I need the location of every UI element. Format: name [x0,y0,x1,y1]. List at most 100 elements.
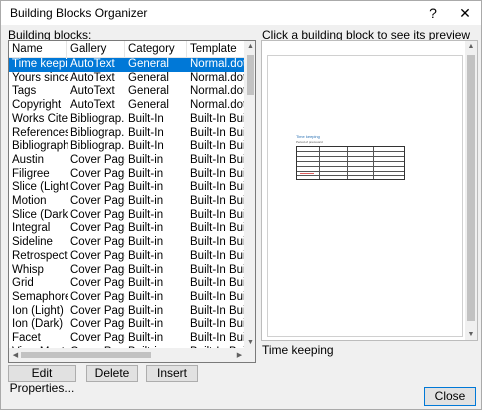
table-row[interactable]: Motion Cover PagesBuilt-in Built-In Buil..… [9,195,246,209]
table-row[interactable]: SemaphoreCover PagesBuilt-in Built-In Bui… [9,291,246,305]
row-category: Built-in [128,277,164,290]
preview-table-hline [297,151,404,152]
row-gallery: Cover Pages [70,249,125,262]
vertical-scrollbar[interactable]: ▲ ▼ [244,41,255,348]
delete-button[interactable]: Delete [86,365,138,382]
preview-table-hline [297,161,404,162]
row-category: General [128,71,169,84]
vertical-scroll-thumb[interactable] [247,55,254,95]
preview-caption: Time keeping [262,343,334,357]
scroll-left-arrow-icon[interactable]: ◀ [10,351,21,359]
row-template: Built-In Buil... [190,263,246,276]
preview-scroll-up-icon[interactable]: ▲ [465,43,477,50]
row-category: Built-in [128,181,164,194]
table-row[interactable]: Facet Cover PagesBuilt-in Built-In Buil... [9,332,246,346]
row-template: Built-In Buil... [190,332,246,344]
row-name: Ion (Dark) [12,318,64,331]
row-gallery: Cover Pages [70,222,125,235]
row-template: Built-In Buil... [190,195,246,207]
help-button[interactable]: ? [418,1,448,25]
row-template: Built-In Buil... [190,208,246,221]
row-template: Normal.dotm [190,58,246,70]
row-category: General [128,58,169,70]
scroll-corner [244,348,255,362]
preview-scrollbar[interactable]: ▲ ▼ [465,41,477,340]
table-row[interactable]: Tags AutoText General Normal.dotm [9,85,246,99]
row-gallery: AutoText [70,71,115,84]
insert-button[interactable]: Insert [146,365,198,382]
row-gallery: Bibliograp... [70,140,125,153]
table-row[interactable]: Slice (Dark)Cover PagesBuilt-in Built-In … [9,209,246,223]
table-row[interactable]: Ion (Light) Cover PagesBuilt-in Built-In B… [9,305,246,319]
table-row[interactable]: Austin Cover PagesBuilt-in Built-In Buil..… [9,154,246,168]
table-row[interactable]: Works CitedBibliograp...Built-In Built-In… [9,113,246,127]
row-name: Bibliography [12,140,68,153]
table-row[interactable]: Filigree Cover PagesBuilt-in Built-In Buil… [9,168,246,182]
list-rows: Time keepingAutoTextGeneralNormal.dotmYo… [9,58,246,348]
horizontal-scrollbar[interactable]: ◀ ▶ [9,348,246,362]
preview-scroll-thumb[interactable] [467,55,475,321]
row-template: Built-In Buil... [190,126,246,139]
column-header-name[interactable]: Name [9,41,67,58]
edit-properties-button[interactable]: Edit Properties... [8,365,76,395]
row-category: Built-in [128,304,164,317]
row-template: Built-In Buil... [190,236,246,249]
delete-label: Delete [94,366,130,380]
row-category: Built-In [128,140,164,153]
column-header-template[interactable]: Template [187,41,251,58]
table-row[interactable]: References Bibliograp... Built-In Built-In … [9,127,246,141]
table-row[interactable]: Sideline Cover PagesBuilt-in Built-In Buil… [9,236,246,250]
row-name: Tags [12,85,37,98]
row-name: Motion [12,195,47,207]
row-category: Built-in [128,153,164,166]
row-category: Built-in [128,263,164,276]
row-category: Built-in [128,332,164,344]
row-gallery: Cover Pages [70,290,125,303]
close-icon[interactable]: ✕ [450,1,480,25]
table-row[interactable]: BibliographyBibliograp...Built-In Built-I… [9,140,246,154]
row-name: Semaphore [12,290,68,303]
row-gallery: Cover Pages [70,236,125,249]
column-header-gallery[interactable]: Gallery [67,41,125,58]
row-category: Built-In [128,112,164,125]
dialog-title: Building Blocks Organizer [10,6,148,20]
table-row[interactable]: Whisp Cover PagesBuilt-in Built-In Buil... [9,264,246,278]
row-name: Integral [12,222,51,235]
close-label: Close [434,389,466,403]
row-name: References [12,126,68,139]
table-row[interactable]: Copyright AutoText General Normal.dotm [9,99,246,113]
preview-table-hline [297,175,404,176]
table-row[interactable]: Time keepingAutoText General Normal.dotm [9,58,246,72]
row-name: Austin [12,153,44,166]
table-row[interactable]: RetrospectCover PagesBuilt-in Built-In Bu… [9,250,246,264]
row-gallery: AutoText [70,58,115,70]
row-category: General [128,99,169,112]
horizontal-scroll-thumb[interactable] [21,352,151,358]
row-gallery: Cover Pages [70,277,125,290]
preview-scroll-down-icon[interactable]: ▼ [465,331,477,338]
row-template: Built-In Buil... [190,290,246,303]
scroll-up-arrow-icon[interactable]: ▲ [245,43,255,50]
row-gallery: Cover Pages [70,195,125,207]
table-row[interactable]: Integral Cover PagesBuilt-in Built-In Buil… [9,222,246,236]
row-gallery: Cover Pages [70,263,125,276]
table-row[interactable]: Yours sincer...AutoText General Normal.dot… [9,72,246,86]
preview-table-highlight [300,173,314,174]
table-row[interactable]: Grid Cover PagesBuilt-in Built-In Buil... [9,277,246,291]
row-name: Facet [12,332,41,344]
column-header-category[interactable]: Category [125,41,187,58]
insert-label: Insert [156,366,187,380]
building-blocks-list[interactable]: Name Gallery Category Template Time keep… [8,40,256,363]
table-row[interactable]: Ion (Dark) Cover PagesBuilt-in Built-In Bu… [9,318,246,332]
row-category: General [128,85,169,98]
preview-heading: Time keeping [296,134,320,139]
row-template: Built-In Buil... [190,112,246,125]
row-name: Grid [12,277,34,290]
scroll-down-arrow-icon[interactable]: ▼ [245,339,255,346]
row-name: Copyright [12,99,62,112]
row-category: Built-in [128,208,164,221]
table-row[interactable]: Slice (Light)Cover PagesBuilt-in Built-In… [9,181,246,195]
row-template: Normal.dotm [190,85,246,98]
row-template: Built-In Buil... [190,304,246,317]
close-button[interactable]: Close [424,387,476,406]
